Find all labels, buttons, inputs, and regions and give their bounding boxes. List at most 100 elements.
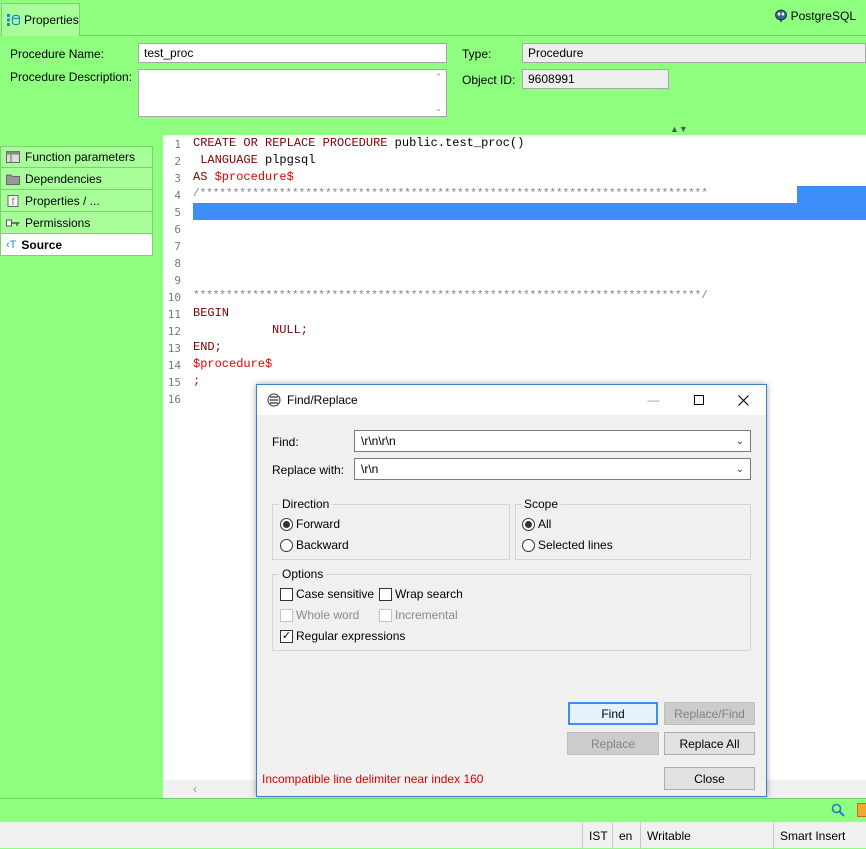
- wrap-search-label: Wrap search: [395, 587, 463, 601]
- nav-item-source[interactable]: ‹T Source: [0, 234, 153, 256]
- code-line-15: ;: [193, 373, 200, 390]
- object-id-field: 9608991: [522, 69, 669, 89]
- nav-item-label: Properties / ...: [25, 194, 100, 208]
- code-line-2: LANGUAGE plpgsql: [193, 152, 315, 169]
- status-timezone: IST: [582, 822, 612, 849]
- line-number: 12: [163, 325, 181, 338]
- line-number: 9: [163, 274, 181, 287]
- line-number: 11: [163, 308, 181, 321]
- scroll-up-icon: ⌃: [435, 72, 443, 83]
- procedure-description-input[interactable]: ⌃ ⌄: [138, 69, 447, 117]
- database-properties-icon: [6, 13, 20, 27]
- line-number: 13: [163, 342, 181, 355]
- dialog-title-bar[interactable]: Find/Replace —: [257, 385, 766, 415]
- description-scrollbar[interactable]: ⌃ ⌄: [431, 70, 446, 116]
- scroll-down-icon: ⌄: [435, 103, 443, 114]
- panel-icon[interactable]: [857, 803, 866, 817]
- replace-all-button[interactable]: Replace All: [664, 732, 755, 755]
- type-field: Procedure: [522, 43, 866, 63]
- procedure-name-input[interactable]: test_proc: [138, 43, 447, 63]
- code-keyword: LANGUAGE: [200, 153, 258, 167]
- maximize-button[interactable]: [676, 385, 721, 415]
- editor-bottom-toolbar: [0, 798, 866, 821]
- tab-properties-label: Properties: [24, 13, 79, 27]
- whole-word-checkbox: Whole word: [280, 608, 359, 622]
- status-bar: IST en Writable Smart Insert: [0, 821, 866, 848]
- error-message: Incompatible line delimiter near index 1…: [262, 772, 483, 786]
- case-sensitive-checkbox[interactable]: Case sensitive: [280, 587, 374, 601]
- replace-input[interactable]: \r\n ⌄: [354, 458, 751, 480]
- replace-with-label: Replace with:: [272, 463, 344, 477]
- checkbox-unchecked-icon: [379, 588, 392, 601]
- code-line-3: AS $procedure$: [193, 169, 294, 186]
- line-number: 7: [163, 240, 181, 253]
- nav-item-dependencies[interactable]: Dependencies: [0, 168, 153, 190]
- incremental-label: Incremental: [395, 608, 458, 622]
- procedure-name-label: Procedure Name:: [10, 47, 104, 61]
- line-number: 6: [163, 223, 181, 236]
- folder-icon: [6, 173, 20, 185]
- chevron-down-icon[interactable]: ⌄: [736, 436, 744, 447]
- line-number: 8: [163, 257, 181, 270]
- line-number: 16: [163, 393, 181, 406]
- nav-item-permissions[interactable]: Permissions: [0, 212, 153, 234]
- search-icon[interactable]: [831, 803, 845, 817]
- line-number: 1: [163, 138, 181, 151]
- scope-title: Scope: [521, 497, 561, 511]
- properties-icon: f: [6, 195, 20, 207]
- code-line-4: /***************************************…: [193, 186, 708, 203]
- find-button[interactable]: Find: [568, 702, 658, 725]
- line-number: 2: [163, 155, 181, 168]
- nav-item-label: Source: [21, 238, 62, 252]
- scroll-left-icon[interactable]: ‹: [193, 782, 197, 796]
- code-keyword: PROCEDURE: [323, 136, 388, 150]
- eclipse-app-icon: [267, 393, 281, 407]
- code-keyword: OR: [243, 136, 257, 150]
- line-number: 3: [163, 172, 181, 185]
- forward-radio[interactable]: Forward: [280, 517, 340, 531]
- minimize-icon: —: [648, 393, 660, 407]
- line-number: 5: [163, 206, 181, 219]
- maximize-icon: [694, 395, 704, 405]
- type-label: Type:: [462, 47, 491, 61]
- scope-selected-lines-radio[interactable]: Selected lines: [522, 538, 613, 552]
- nav-item-properties[interactable]: f Properties / ...: [0, 190, 153, 212]
- scope-selected-lines-label: Selected lines: [538, 538, 613, 552]
- object-id-label: Object ID:: [462, 73, 515, 87]
- close-window-button[interactable]: [721, 385, 766, 415]
- scope-all-label: All: [538, 517, 551, 531]
- tab-properties[interactable]: Properties: [1, 3, 80, 36]
- close-icon: [738, 395, 749, 406]
- code-dollar-quote: $procedure$: [215, 170, 294, 184]
- find-value: \r\n\r\n: [361, 434, 396, 448]
- code-line-11: BEGIN: [193, 305, 229, 322]
- regex-checkbox[interactable]: ✓ Regular expressions: [280, 629, 405, 643]
- minimize-button[interactable]: —: [631, 385, 676, 415]
- collapse-toggle-icon[interactable]: ▲▼: [670, 124, 688, 134]
- code-line-1: CREATE OR REPLACE PROCEDURE public.test_…: [193, 135, 524, 152]
- text-selection: [193, 203, 866, 220]
- backward-radio[interactable]: Backward: [280, 538, 349, 552]
- chevron-down-icon[interactable]: ⌄: [736, 464, 744, 475]
- whole-word-label: Whole word: [296, 608, 359, 622]
- close-button[interactable]: Close: [664, 767, 755, 790]
- radio-selected-icon: [522, 518, 535, 531]
- line-number: 10: [163, 291, 181, 304]
- nav-item-label: Function parameters: [25, 150, 135, 164]
- procedure-description-label: Procedure Description:: [10, 70, 132, 84]
- code-line-14: $procedure$: [193, 356, 272, 373]
- code-identifier: public.test_proc(): [395, 136, 525, 150]
- checkmark-icon: ✓: [280, 630, 293, 643]
- postgresql-icon: [774, 9, 788, 23]
- scope-all-radio[interactable]: All: [522, 517, 551, 531]
- find-input[interactable]: \r\n\r\n ⌄: [354, 430, 751, 452]
- forward-label: Forward: [296, 517, 340, 531]
- code-line-10: ****************************************…: [193, 288, 708, 305]
- case-sensitive-label: Case sensitive: [296, 587, 374, 601]
- code-identifier: plpgsql: [265, 153, 315, 167]
- checkbox-disabled-icon: [280, 609, 293, 622]
- nav-item-function-parameters[interactable]: Function parameters: [0, 146, 153, 168]
- status-mode: Writable: [640, 822, 773, 849]
- wrap-search-checkbox[interactable]: Wrap search: [379, 587, 463, 601]
- regex-label: Regular expressions: [296, 629, 405, 643]
